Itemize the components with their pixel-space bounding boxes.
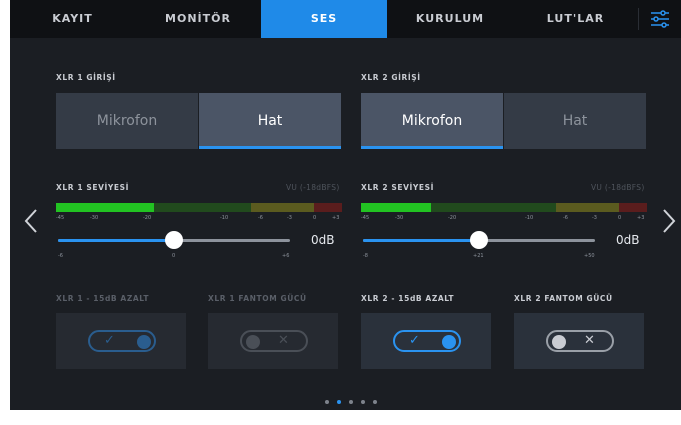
xlr1-scale-tick: -10 — [220, 215, 229, 221]
next-page-arrow-icon[interactable] — [662, 208, 676, 234]
tab-kurulum[interactable]: KURULUM — [387, 0, 513, 38]
xlr2-slider-tick: +21 — [473, 253, 484, 259]
xlr1-level-meter — [56, 203, 342, 212]
toggle-pill: ✕ — [240, 330, 308, 352]
xlr2-input-label: XLR 2 GİRİŞİ — [361, 73, 421, 82]
xlr2-scale-tick: -10 — [525, 215, 534, 221]
xlr1-level-label: XLR 1 SEVİYESİ — [56, 183, 130, 192]
xlr2-scale-tick: -30 — [395, 215, 404, 221]
tab-kayit[interactable]: KAYIT — [10, 0, 135, 38]
xlr2-scale-tick: -6 — [563, 215, 568, 221]
xlr2-phantom-label: XLR 2 FANTOM GÜCÜ — [514, 294, 613, 303]
tab-ses[interactable]: SES — [261, 0, 387, 38]
page-indicator — [323, 400, 383, 406]
xlr2-scale-tick: -20 — [448, 215, 457, 221]
tab-monitor[interactable]: MONİTÖR — [135, 0, 261, 38]
xlr1-input-label: XLR 1 GİRİŞİ — [56, 73, 116, 82]
xlr2-vu-label: VU (-18dBFS) — [591, 183, 645, 192]
xlr1-level-slider-fill — [58, 239, 174, 242]
xlr1-slider-tick: +6 — [282, 253, 290, 259]
xlr1-scale-tick: -45 — [56, 215, 65, 221]
page-dot[interactable] — [325, 400, 329, 404]
xlr2-scale-tick: +3 — [637, 215, 645, 221]
xlr2-level-label: XLR 2 SEVİYESİ — [361, 183, 435, 192]
xlr1-level-slider-knob[interactable] — [165, 231, 183, 249]
xlr1-scale-tick: -6 — [258, 215, 263, 221]
toggle-pill: ✕ — [546, 330, 614, 352]
xlr2-level-value: 0dB — [616, 233, 640, 247]
xlr1-attenuate-toggle[interactable]: ✓ — [56, 313, 186, 369]
x-icon: ✕ — [278, 333, 289, 348]
toggle-pill: ✓ — [393, 330, 461, 352]
check-icon: ✓ — [104, 333, 115, 348]
xlr2-level-slider-fill — [363, 239, 479, 242]
xlr1-vu-label: VU (-18dBFS) — [286, 183, 340, 192]
tab-divider — [638, 8, 639, 30]
toggle-knob — [137, 335, 151, 349]
xlr1-scale-tick: -30 — [90, 215, 99, 221]
xlr2-slider-tick: +50 — [584, 253, 595, 259]
audio-settings-screen: KAYIT MONİTÖR SES KURULUM LUT'LAR XLR 1 … — [10, 0, 681, 410]
xlr2-level-meter — [361, 203, 647, 212]
sliders-icon[interactable] — [649, 8, 671, 30]
toggle-pill: ✓ — [88, 330, 156, 352]
xlr1-scale-tick: -20 — [143, 215, 152, 221]
previous-page-arrow-icon[interactable] — [24, 208, 38, 234]
xlr2-scale-tick: -45 — [361, 215, 370, 221]
x-icon: ✕ — [584, 333, 595, 348]
toggle-knob — [552, 335, 566, 349]
xlr1-hat-option[interactable]: Hat — [199, 93, 341, 149]
xlr2-attenuate-label: XLR 2 - 15dB AZALT — [361, 294, 455, 303]
xlr2-scale-tick: 0 — [618, 215, 622, 221]
xlr2-level-slider-knob[interactable] — [470, 231, 488, 249]
xlr1-scale-tick: +3 — [332, 215, 340, 221]
xlr1-slider-tick: -6 — [58, 253, 63, 259]
check-icon: ✓ — [409, 333, 420, 348]
xlr2-attenuate-toggle[interactable]: ✓ — [361, 313, 491, 369]
xlr1-mikrofon-option[interactable]: Mikrofon — [56, 93, 198, 149]
xlr2-phantom-toggle[interactable]: ✕ — [514, 313, 644, 369]
xlr1-slider-tick: 0 — [172, 253, 176, 259]
xlr1-scale-tick: 0 — [313, 215, 317, 221]
page-dot[interactable] — [349, 400, 353, 404]
page-dot[interactable] — [373, 400, 377, 404]
xlr2-slider-tick: -8 — [363, 253, 368, 259]
xlr2-scale-tick: -3 — [592, 215, 597, 221]
page-dot-active[interactable] — [337, 400, 341, 404]
tab-lutlar[interactable]: LUT'LAR — [513, 0, 638, 38]
xlr1-phantom-label: XLR 1 FANTOM GÜCÜ — [208, 294, 307, 303]
xlr1-attenuate-label: XLR 1 - 15dB AZALT — [56, 294, 150, 303]
toggle-knob — [442, 335, 456, 349]
xlr2-mikrofon-option[interactable]: Mikrofon — [361, 93, 503, 149]
xlr1-phantom-toggle[interactable]: ✕ — [208, 313, 338, 369]
tab-bar: KAYIT MONİTÖR SES KURULUM LUT'LAR — [10, 0, 681, 38]
page-dot[interactable] — [361, 400, 365, 404]
xlr1-scale-tick: -3 — [287, 215, 292, 221]
xlr1-level-value: 0dB — [311, 233, 335, 247]
toggle-knob — [246, 335, 260, 349]
xlr2-hat-option[interactable]: Hat — [504, 93, 646, 149]
